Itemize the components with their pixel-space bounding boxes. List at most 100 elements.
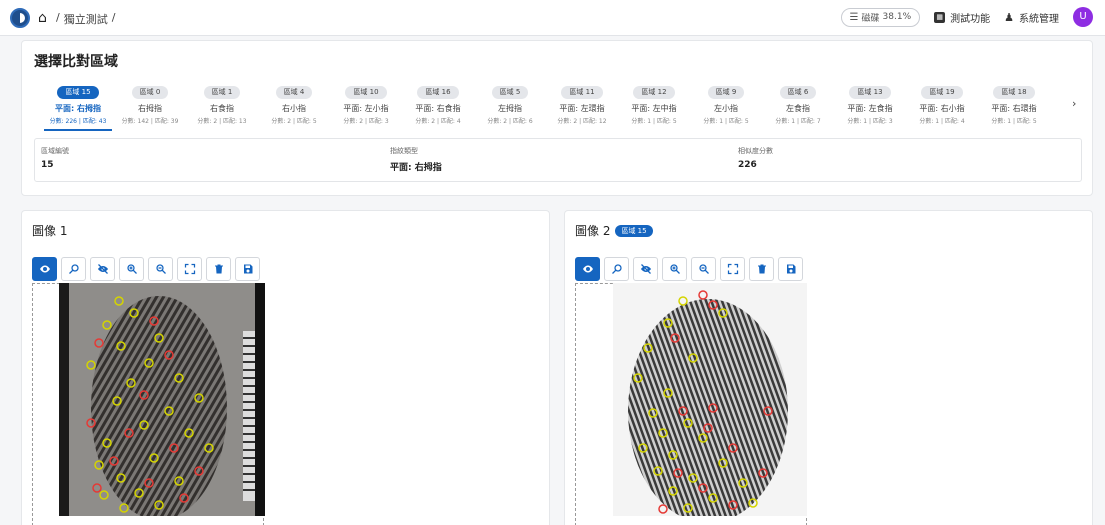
region-tab-badge: 區域 12: [633, 86, 675, 99]
region-tab[interactable]: 區域 0 右拇指分數: 142 | 匹配: 39: [114, 79, 186, 131]
region-tab-badge: 區域 10: [345, 86, 387, 99]
region-tab-badge: 區域 11: [561, 86, 603, 99]
region-tab[interactable]: 區域 16 平面: 右食指 分數: 2 | 匹配: 4: [402, 79, 474, 131]
fullscreen-icon[interactable]: [177, 257, 202, 281]
fingerprint-image-2[interactable]: [613, 283, 807, 516]
image1-title: 圖像 1: [32, 224, 68, 238]
region-tab-score: 分數: 142 | 匹配: 39: [121, 118, 179, 125]
system-admin-menu[interactable]: ♟ 系統管理: [1004, 10, 1059, 25]
zoom-in-icon[interactable]: [119, 257, 144, 281]
image1-toolbar: [32, 257, 260, 281]
chevron-right-icon[interactable]: ›: [1072, 97, 1076, 110]
fingerprint-type-value: 平面: 右拇指: [390, 163, 442, 173]
region-number-label: 區域編號: [41, 147, 69, 155]
region-tab[interactable]: 區域 12 平面: 左中指 分數: 1 | 匹配: 5: [618, 79, 690, 131]
region-info-box: 區域編號 15 指紋類型 平面: 右拇指 相似度分數 226: [34, 138, 1082, 182]
region-tab[interactable]: 區域 9 左小指 分數: 1 | 匹配: 5: [690, 79, 762, 131]
test-icon: ▦: [934, 11, 946, 23]
image1-title-row: 圖像 1: [32, 222, 67, 239]
region-tab-score: 分數: 2 | 匹配: 13: [197, 118, 247, 125]
fingerprint-type-label: 指紋類型: [390, 147, 418, 155]
region-tab-score: 分數: 1 | 匹配: 5: [703, 118, 749, 125]
region-tab-score: 分數: 1 | 匹配: 7: [775, 118, 821, 125]
image1-card: 圖像 1: [21, 210, 550, 525]
breadcrumb-separator: /: [111, 11, 116, 24]
disk-usage-label: 磁碟: [861, 13, 880, 24]
region-tab-score: 分數: 1 | 匹配: 5: [631, 118, 677, 125]
save-icon[interactable]: [778, 257, 803, 281]
region-tab[interactable]: 區域 19 平面: 右小指 分數: 1 | 匹配: 4: [906, 79, 978, 131]
breadcrumb: / 獨立測試 /: [56, 11, 115, 27]
region-tab-badge: 區域 6: [779, 86, 817, 99]
region-number-value: 15: [41, 160, 54, 170]
region-tab-badge: 區域 4: [275, 86, 313, 99]
disk-usage-chip[interactable]: ☰ 磁碟 38.1%: [840, 7, 921, 27]
region-selection-card: 選擇比對區域 區域 15 平面: 右拇指 分數: 226 | 匹配: 43 區域 0…: [21, 40, 1093, 196]
region-tab[interactable]: 區域 18 平面: 右環指 分數: 1 | 匹配: 5: [978, 79, 1050, 131]
fullscreen-icon[interactable]: [720, 257, 745, 281]
region-tab-badge: 區域 18: [993, 86, 1035, 99]
region-tab-name: 左拇指: [498, 104, 522, 113]
region-tab[interactable]: 區域 15 平面: 右拇指 分數: 226 | 匹配: 43: [42, 79, 114, 131]
eye-icon[interactable]: [32, 257, 57, 281]
eye-icon[interactable]: [575, 257, 600, 281]
eye-off-icon[interactable]: [633, 257, 658, 281]
list-icon: ☰: [849, 11, 859, 23]
fingerprint-image-1[interactable]: [59, 283, 265, 516]
region-tab[interactable]: 區域 6 左食指分數: 1 | 匹配: 7: [762, 79, 834, 131]
region-tab-name: 平面: 左環指: [559, 104, 605, 113]
region-tab-name: 右小指: [282, 104, 306, 113]
region-tab[interactable]: 區域 4 右小指分數: 2 | 匹配: 5: [258, 79, 330, 131]
region-tab-score: 分數: 2 | 匹配: 6: [487, 118, 533, 125]
disk-usage-value: 38.1%: [882, 12, 912, 22]
top-bar: ⌂ / 獨立測試 / ☰ 磁碟 38.1% ▦ 測試功能 ♟ 系統管理 U: [0, 0, 1105, 36]
region-tab-badge: 區域 16: [417, 86, 459, 99]
admin-icon: ♟: [1004, 10, 1014, 24]
region-tab-name: 平面: 左小指: [343, 104, 389, 113]
region-tab-badge: 區域 13: [849, 86, 891, 99]
region-tab-score: 分數: 2 | 匹配: 4: [415, 118, 461, 125]
region-tab[interactable]: 區域 13 平面: 左食指 分數: 1 | 匹配: 3: [834, 79, 906, 131]
region-tab[interactable]: 區域 11 平面: 左環指 分數: 2 | 匹配: 12: [546, 79, 618, 131]
home-icon[interactable]: ⌂: [38, 10, 47, 26]
region-number-field: 區域編號 15: [41, 146, 69, 170]
fingerprint-type-field: 指紋類型 平面: 右拇指: [390, 146, 442, 173]
region-tab-name: 平面: 左中指: [631, 104, 677, 113]
similarity-score-field: 相似度分數 226: [738, 146, 773, 170]
test-function-menu[interactable]: ▦ 測試功能: [934, 10, 990, 25]
test-function-label: 測試功能: [950, 13, 991, 25]
region-tab-score: 分數: 1 | 匹配: 5: [991, 118, 1037, 125]
region-tab-score: 分數: 2 | 匹配: 12: [557, 118, 607, 125]
region-tab-name: 右拇指: [138, 104, 162, 113]
similarity-score-value: 226: [738, 160, 757, 170]
image2-toolbar: [575, 257, 803, 281]
search-minus-icon[interactable]: [604, 257, 629, 281]
image2-title: 圖像 2: [575, 224, 611, 238]
region-tab-name: 平面: 右小指: [919, 104, 965, 113]
eye-off-icon[interactable]: [90, 257, 115, 281]
region-tab-badge: 區域 0: [131, 86, 169, 99]
avatar[interactable]: U: [1073, 7, 1093, 27]
region-tab-score: 分數: 2 | 匹配: 5: [271, 118, 317, 125]
image2-card: 圖像 2 區域 15: [564, 210, 1093, 525]
region-tab-badge: 區域 19: [921, 86, 963, 99]
zoom-out-icon[interactable]: [691, 257, 716, 281]
app-logo-icon[interactable]: [10, 8, 30, 28]
region-tab-badge: 區域 9: [707, 86, 745, 99]
search-minus-icon[interactable]: [61, 257, 86, 281]
region-tab-score: 分數: 2 | 匹配: 3: [343, 118, 389, 125]
zoom-out-icon[interactable]: [148, 257, 173, 281]
region-tab[interactable]: 區域 10 平面: 左小指 分數: 2 | 匹配: 3: [330, 79, 402, 131]
trash-icon[interactable]: [206, 257, 231, 281]
zoom-in-icon[interactable]: [662, 257, 687, 281]
breadcrumb-separator: /: [56, 11, 60, 24]
system-admin-label: 系統管理: [1019, 13, 1059, 25]
save-icon[interactable]: [235, 257, 260, 281]
region-tab[interactable]: 區域 5 左拇指 分數: 2 | 匹配: 6: [474, 79, 546, 131]
region-tab-name: 左食指: [786, 104, 810, 113]
region-tabs: 區域 15 平面: 右拇指 分數: 226 | 匹配: 43 區域 0 右拇指分數: …: [42, 79, 1072, 131]
region-tab-badge: 區域 15: [57, 86, 99, 99]
breadcrumb-current[interactable]: 獨立測試: [64, 11, 108, 27]
region-tab[interactable]: 區域 1 右食指 分數: 2 | 匹配: 13: [186, 79, 258, 131]
trash-icon[interactable]: [749, 257, 774, 281]
